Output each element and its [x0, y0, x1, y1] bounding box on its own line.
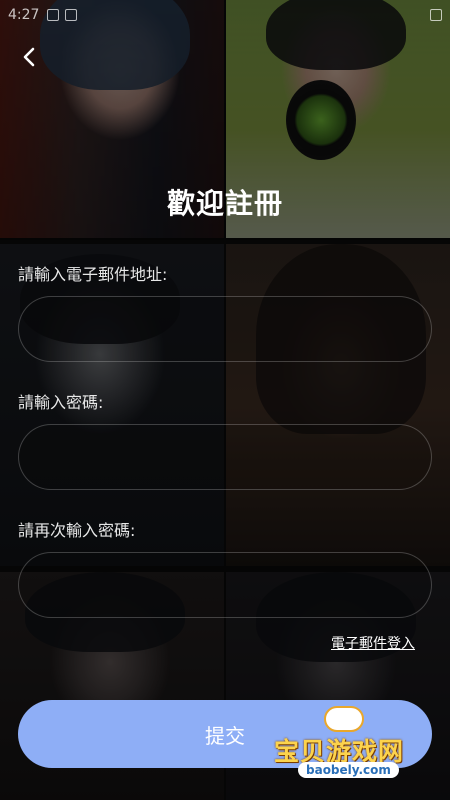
page-title: 歡迎註冊: [166, 187, 283, 220]
confirm-password-label: 請再次輸入密碼:: [18, 521, 136, 540]
status-system-icons: [430, 9, 442, 21]
chevron-left-icon: [23, 47, 35, 67]
status-notification-icons: [47, 9, 78, 21]
password-field[interactable]: [19, 425, 431, 489]
notification-icon: [65, 9, 78, 21]
email-label: 請輸入電子郵件地址:: [18, 265, 168, 284]
status-time: 4:27: [8, 7, 40, 23]
notification-icon: [47, 9, 60, 21]
status-icon: [430, 9, 442, 21]
password-field-container: [18, 424, 432, 490]
register-screen: 4:27 歡迎註冊 請輸入電子郵件地址: 請輸入密碼: 請再次輸入密碼: 電子郵…: [0, 0, 450, 800]
confirm-password-field[interactable]: [19, 553, 431, 617]
password-label: 請輸入密碼:: [18, 393, 104, 412]
email-field-container: [18, 296, 432, 362]
email-login-link[interactable]: 電子郵件登入: [331, 633, 415, 653]
status-bar: 4:27: [0, 0, 450, 30]
back-button[interactable]: [12, 40, 46, 74]
confirm-password-field-container: [18, 552, 432, 618]
submit-button[interactable]: 提交: [18, 700, 432, 768]
email-field[interactable]: [19, 297, 431, 361]
